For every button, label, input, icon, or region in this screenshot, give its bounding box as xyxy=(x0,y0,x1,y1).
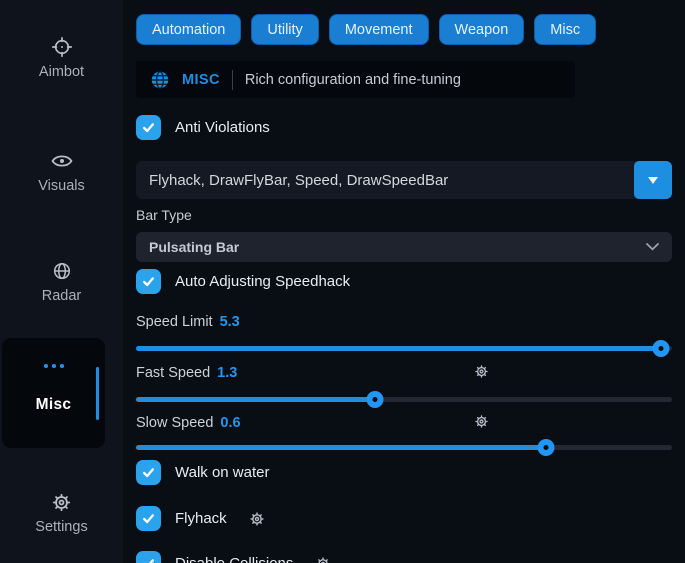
slider-handle[interactable] xyxy=(653,340,670,357)
gear-icon[interactable] xyxy=(315,556,331,563)
globe-icon xyxy=(51,260,73,282)
toggle-disable-collisions[interactable]: Disable Collisions xyxy=(136,551,672,563)
slider-fill xyxy=(136,397,375,402)
chevron-down-icon xyxy=(646,243,659,251)
checkbox-checked[interactable] xyxy=(136,551,161,563)
multiselect-value: Flyhack, DrawFlyBar, Speed, DrawSpeedBar xyxy=(136,172,496,189)
checkbox-checked[interactable] xyxy=(136,115,161,140)
slider-label-row: Speed Limit 5.3 xyxy=(136,313,672,331)
slider-name: Slow Speed xyxy=(136,414,213,432)
gear-icon[interactable] xyxy=(249,511,265,527)
tab-automation[interactable]: Automation xyxy=(136,14,241,45)
dropdown-open-button[interactable] xyxy=(634,161,672,199)
checkbox-checked[interactable] xyxy=(136,506,161,531)
sidebar-item-radar[interactable]: Radar xyxy=(0,260,123,304)
sidebar-item-settings[interactable]: Settings xyxy=(0,492,123,535)
bar-multiselect-field[interactable]: Flyhack, DrawFlyBar, Speed, DrawSpeedBar xyxy=(136,161,672,199)
eye-icon xyxy=(51,150,73,172)
slider-name: Fast Speed xyxy=(136,364,210,382)
sidebar-item-label: Visuals xyxy=(38,178,84,194)
slider-name: Speed Limit xyxy=(136,313,213,331)
select-value: Pulsating Bar xyxy=(149,239,239,255)
tab-misc[interactable]: Misc xyxy=(534,14,596,45)
divider xyxy=(232,70,233,90)
section-subtitle: Rich configuration and fine-tuning xyxy=(245,72,461,88)
slider-value: 5.3 xyxy=(220,313,240,331)
speed-limit-slider[interactable] xyxy=(136,340,672,357)
section-header: MISC Rich configuration and fine-tuning xyxy=(136,61,575,98)
sidebar-item-label: Misc xyxy=(2,396,105,414)
sidebar-item-label: Aimbot xyxy=(39,64,84,80)
sidebar: Aimbot Visuals Radar Misc xyxy=(0,0,123,563)
bar-type-select[interactable]: Pulsating Bar xyxy=(136,232,672,262)
gear-icon xyxy=(51,492,72,513)
slider-label-row: Fast Speed 1.3 xyxy=(136,364,672,382)
sidebar-item-label: Settings xyxy=(35,519,87,535)
checkbox-checked[interactable] xyxy=(136,460,161,485)
gear-icon[interactable] xyxy=(474,364,489,379)
tab-weapon[interactable]: Weapon xyxy=(439,14,525,45)
bar-type-label: Bar Type xyxy=(136,207,672,223)
toggle-label: Flyhack xyxy=(175,510,227,527)
slider-handle[interactable] xyxy=(538,439,555,456)
ellipsis-icon xyxy=(2,364,105,368)
sidebar-item-misc-selected[interactable]: Misc xyxy=(2,338,105,448)
sidebar-item-visuals[interactable]: Visuals xyxy=(0,150,123,194)
fast-speed-slider[interactable] xyxy=(136,391,672,408)
content-panel: Automation Utility Movement Weapon Misc … xyxy=(123,0,685,563)
toggle-auto-adjusting-speedhack[interactable]: Auto Adjusting Speedhack xyxy=(136,269,672,294)
toggle-walk-on-water[interactable]: Walk on water xyxy=(136,460,672,485)
triangle-down-icon xyxy=(646,174,660,186)
tab-movement[interactable]: Movement xyxy=(329,14,429,45)
toggle-anti-violations[interactable]: Anti Violations xyxy=(136,115,672,140)
toggle-label: Disable Collisions xyxy=(175,555,293,563)
slider-fill xyxy=(136,346,661,351)
sidebar-item-aimbot[interactable]: Aimbot xyxy=(0,36,123,80)
toggle-label: Anti Violations xyxy=(175,119,270,136)
active-indicator-bar xyxy=(96,367,99,420)
toggle-label: Auto Adjusting Speedhack xyxy=(175,273,350,290)
sidebar-item-label: Radar xyxy=(42,288,82,304)
slider-fill xyxy=(136,445,546,450)
slow-speed-slider[interactable] xyxy=(136,439,672,456)
tab-utility[interactable]: Utility xyxy=(251,14,318,45)
toggle-label: Walk on water xyxy=(175,464,269,481)
slider-value: 1.3 xyxy=(217,364,237,382)
toggle-flyhack[interactable]: Flyhack xyxy=(136,506,672,531)
slider-value: 0.6 xyxy=(220,414,240,432)
slider-label-row: Slow Speed 0.6 xyxy=(136,414,672,432)
slider-handle[interactable] xyxy=(366,391,383,408)
crosshair-icon xyxy=(51,36,73,58)
category-tabs: Automation Utility Movement Weapon Misc xyxy=(136,14,672,45)
checkbox-checked[interactable] xyxy=(136,269,161,294)
section-title: MISC xyxy=(182,72,220,88)
globe-icon xyxy=(150,70,170,90)
gear-icon[interactable] xyxy=(474,414,489,429)
